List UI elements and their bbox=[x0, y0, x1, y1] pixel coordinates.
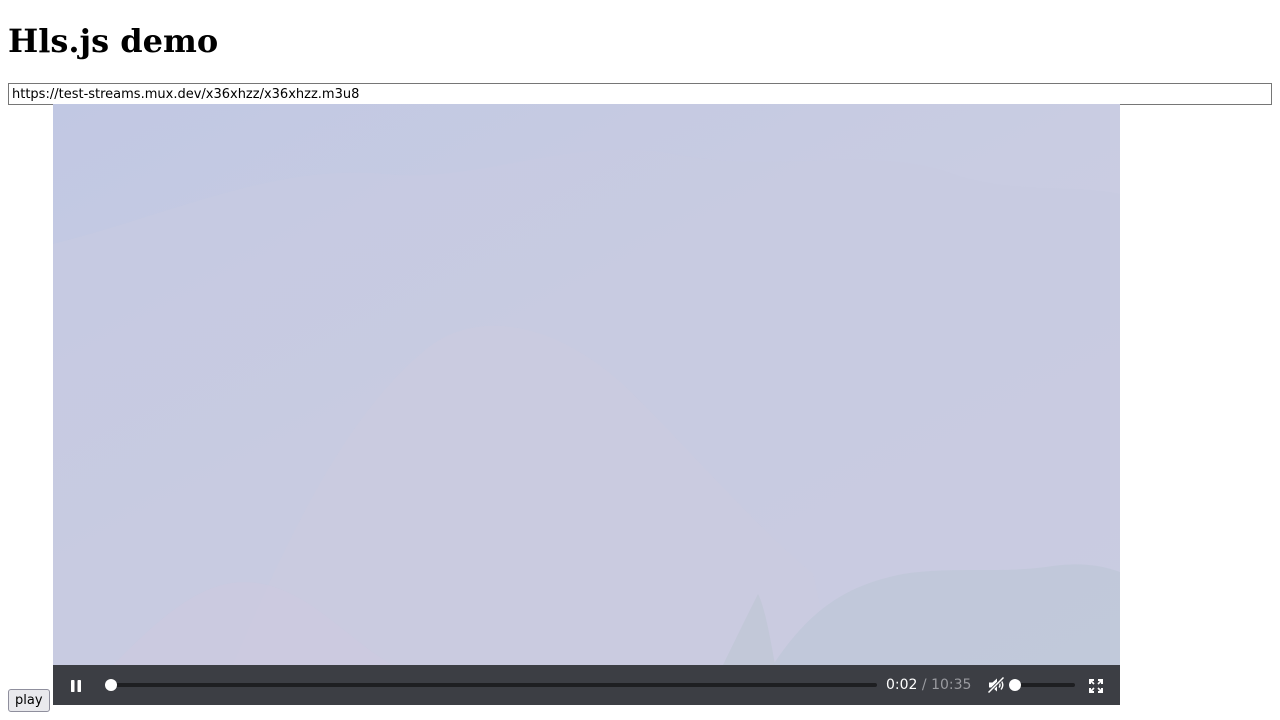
volume-slider-thumb[interactable] bbox=[1009, 679, 1021, 691]
fullscreen-icon bbox=[1089, 679, 1103, 693]
fullscreen-button[interactable] bbox=[1089, 678, 1103, 697]
pause-icon bbox=[71, 680, 81, 692]
video-player[interactable]: 0:02 / 10:35 bbox=[53, 104, 1120, 705]
volume-slider[interactable] bbox=[1009, 679, 1075, 691]
play-button[interactable]: play bbox=[8, 689, 50, 712]
volume-muted-icon bbox=[987, 676, 1005, 694]
seek-bar-thumb[interactable] bbox=[105, 679, 118, 691]
mute-button[interactable] bbox=[987, 676, 1005, 698]
video-frame bbox=[53, 104, 1120, 665]
stream-url-input[interactable] bbox=[8, 83, 1272, 105]
video-controls: 0:02 / 10:35 bbox=[53, 665, 1120, 705]
time-separator: / bbox=[921, 677, 927, 693]
pause-button[interactable] bbox=[69, 678, 83, 697]
current-time: 0:02 bbox=[886, 677, 918, 693]
page-title: Hls.js demo bbox=[8, 22, 219, 60]
duration: 10:35 bbox=[931, 677, 972, 693]
seek-bar[interactable] bbox=[105, 679, 877, 691]
time-display: 0:02 / 10:35 bbox=[886, 676, 971, 694]
